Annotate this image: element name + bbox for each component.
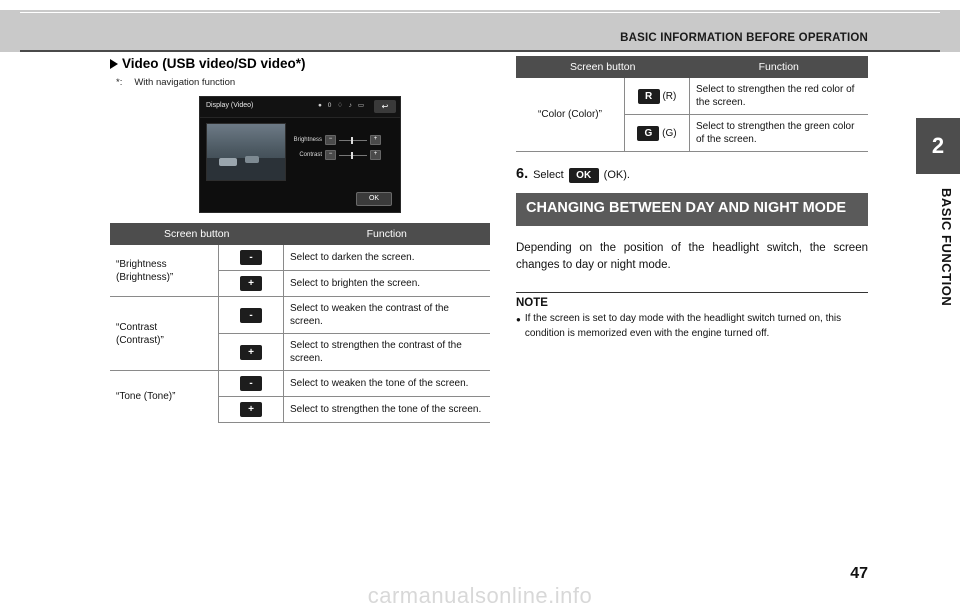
row-label-contrast: “Contrast (Contrast)” — [110, 296, 219, 371]
page-number: 47 — [850, 565, 868, 582]
body-paragraph: Depending on the position of the headlig… — [516, 241, 868, 271]
row-label-color: “Color (Color)” — [516, 78, 625, 152]
row-label-brightness-line1: “Brightness — [116, 258, 167, 270]
cell-function: Select to brighten the screen. — [283, 270, 490, 297]
table-header-row: Screen button Function — [516, 56, 868, 78]
cell-button: - — [218, 296, 284, 334]
triangle-bullet-icon — [110, 58, 118, 69]
header-rule — [20, 50, 940, 52]
table-header-row: Screen button Function — [110, 223, 490, 245]
header-screen-button: Screen button — [516, 56, 690, 78]
note-item-text: If the screen is set to day mode with th… — [524, 313, 842, 339]
bullet-icon: ● — [516, 315, 521, 325]
step-number: 6. — [516, 166, 529, 182]
green-key-suffix: (G) — [662, 127, 677, 139]
plus-key-icon[interactable]: + — [240, 402, 262, 417]
watermark: carmanualsonline.info — [367, 583, 593, 608]
table-row: “Brightness (Brightness)” - Select to da… — [110, 245, 490, 297]
row-label-contrast-line1: “Contrast — [116, 321, 158, 333]
header-function: Function — [283, 223, 490, 245]
step-6: 6. Select OK (OK). — [516, 166, 868, 183]
row-label-contrast-line2: (Contrast)” — [116, 334, 164, 346]
footnote-text: With navigation function — [134, 77, 236, 88]
thumbnail-car-2 — [245, 156, 259, 163]
table-row: “Contrast (Contrast)” - Select to weaken… — [110, 296, 490, 371]
contrast-plus-button[interactable]: + — [370, 150, 381, 160]
cell-button: G (G) — [624, 114, 690, 152]
color-settings-table: Screen button Function “Color (Color)” R… — [516, 56, 868, 152]
note-title: NOTE — [516, 297, 548, 310]
row-label-tone: “Tone (Tone)” — [110, 370, 219, 423]
brightness-track[interactable] — [339, 136, 367, 144]
contrast-track[interactable] — [339, 151, 367, 159]
header-white-strip — [0, 0, 960, 10]
section-band-title: CHANGING BETWEEN DAY AND NIGHT MODE — [516, 193, 868, 226]
contrast-knob[interactable] — [351, 151, 353, 159]
footnote: *: With navigation function — [116, 77, 490, 88]
minus-key-icon[interactable]: - — [240, 376, 262, 391]
red-key-icon[interactable]: R — [637, 88, 660, 104]
contrast-label: Contrast — [299, 152, 322, 158]
header-inner-line — [20, 12, 940, 13]
note-item: ● If the screen is set to day mode with … — [516, 312, 868, 341]
right-column: Screen button Function “Color (Color)” R… — [516, 56, 868, 341]
cell-function: Select to strengthen the red color of th… — [689, 78, 868, 115]
step-text-before: Select — [533, 169, 564, 181]
minus-key-icon[interactable]: - — [240, 250, 262, 265]
display-video-screenshot: Display (Video) ● 0 ♢ ♪ ▭ ↩ Brightness −… — [199, 96, 401, 213]
device-status-icons: ● 0 ♢ ♪ ▭ — [318, 102, 366, 109]
cell-function: Select to strengthen the tone of the scr… — [283, 396, 490, 423]
video-thumbnail — [206, 123, 286, 181]
brightness-slider-row: Brightness − + — [292, 135, 381, 145]
page-header-band — [0, 0, 960, 52]
brightness-minus-button[interactable]: − — [325, 135, 336, 145]
table-row: “Color (Color)” R (R) Select to strength… — [516, 78, 868, 152]
brightness-knob[interactable] — [351, 136, 353, 144]
header-function: Function — [689, 56, 868, 78]
section-heading-label: Video (USB video/SD video*) — [122, 56, 306, 71]
step-text-after: (OK). — [603, 169, 630, 181]
red-key-suffix: (R) — [662, 90, 677, 102]
cell-button: + — [218, 396, 284, 423]
cell-button: R (R) — [624, 78, 690, 115]
cell-function: Select to strengthen the contrast of the… — [283, 333, 490, 371]
cell-function: Select to weaken the contrast of the scr… — [283, 296, 490, 334]
left-column: Video (USB video/SD video*) *: With navi… — [110, 56, 490, 423]
chapter-number-tab: 2 — [916, 118, 960, 174]
header-screen-button: Screen button — [110, 223, 284, 245]
section-heading-video: Video (USB video/SD video*) — [110, 56, 490, 71]
cell-button: - — [218, 370, 284, 397]
brightness-label: Brightness — [293, 137, 322, 143]
device-ok-button[interactable]: OK — [356, 192, 392, 206]
cell-button: + — [218, 270, 284, 297]
video-settings-table: Screen button Function “Brightness (Brig… — [110, 223, 490, 423]
table-row: “Tone (Tone)” - Select to weaken the ton… — [110, 370, 490, 423]
row-label-brightness-line2: (Brightness)” — [116, 271, 174, 283]
thumbnail-car-1 — [219, 158, 237, 166]
brightness-plus-button[interactable]: + — [370, 135, 381, 145]
contrast-minus-button[interactable]: − — [325, 150, 336, 160]
row-label-tone-line1: “Tone (Tone)” — [116, 391, 176, 403]
back-button-icon[interactable]: ↩ — [374, 100, 396, 113]
plus-key-icon[interactable]: + — [240, 344, 262, 360]
footnote-mark: *: — [116, 77, 123, 88]
cell-button: + — [218, 333, 284, 371]
row-label-brightness: “Brightness (Brightness)” — [110, 245, 219, 297]
note-box: NOTE ● If the screen is set to day mode … — [516, 292, 868, 341]
page-title: BASIC INFORMATION BEFORE OPERATION — [620, 32, 868, 44]
chapter-number: 2 — [931, 133, 945, 158]
cell-function: Select to weaken the tone of the screen. — [283, 370, 490, 397]
green-key-icon[interactable]: G — [637, 125, 660, 141]
cell-button: - — [218, 245, 284, 271]
plus-key-icon[interactable]: + — [240, 276, 262, 291]
device-screen-title: Display (Video) — [206, 102, 254, 109]
cell-function: Select to darken the screen. — [283, 245, 490, 271]
minus-key-icon[interactable]: - — [240, 307, 262, 323]
contrast-slider-row: Contrast − + — [292, 150, 381, 160]
cell-function: Select to strengthen the green color of … — [689, 114, 868, 152]
ok-key-icon[interactable]: OK — [568, 168, 599, 183]
chapter-name-label: BASIC FUNCTION — [939, 188, 954, 307]
